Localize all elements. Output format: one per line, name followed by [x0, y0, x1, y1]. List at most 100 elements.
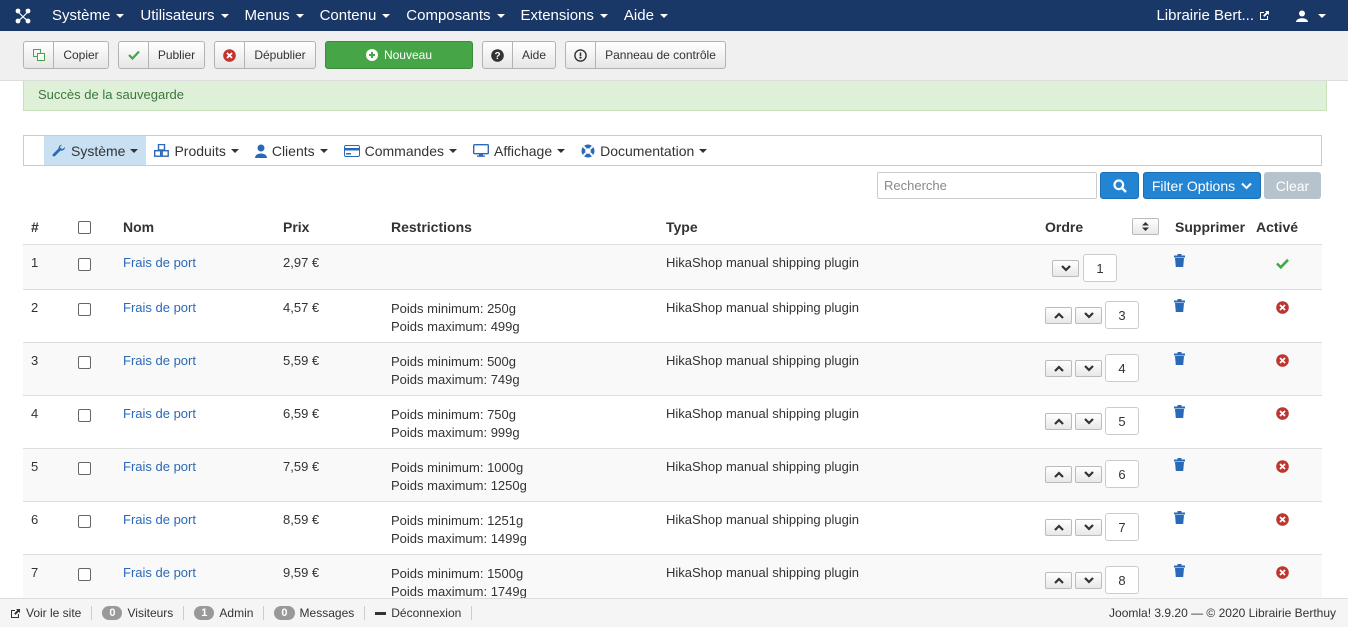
order-down-button[interactable] [1075, 572, 1102, 589]
submenu-affichage[interactable]: Affichage [465, 136, 573, 165]
order-up-button[interactable] [1045, 519, 1072, 536]
delete-button[interactable] [1174, 299, 1185, 315]
order-down-button[interactable] [1075, 519, 1102, 536]
order-up-button[interactable] [1045, 360, 1072, 377]
filter-options-button[interactable]: Filter Options [1143, 172, 1261, 199]
active-toggle-off[interactable] [1276, 407, 1289, 423]
save-order-button[interactable] [1132, 218, 1159, 235]
copy-button[interactable]: Copier [23, 41, 109, 69]
submenu-systeme[interactable]: Système [44, 136, 147, 165]
messages-link[interactable]: 0 Messages [264, 606, 366, 620]
order-up-button[interactable] [1045, 307, 1072, 324]
joomla-logo-icon[interactable] [0, 0, 46, 31]
order-down-button[interactable] [1075, 466, 1102, 483]
admin-link[interactable]: 1 Admin [184, 606, 265, 620]
active-toggle-off[interactable] [1276, 566, 1289, 582]
row-name-link[interactable]: Frais de port [123, 512, 196, 527]
nav-menu-contenu[interactable]: Contenu [314, 7, 397, 24]
row-checkbox[interactable] [78, 258, 91, 274]
unpublish-button[interactable]: Dépublier [214, 41, 316, 69]
clear-button[interactable]: Clear [1264, 172, 1321, 199]
trash-icon [1174, 299, 1185, 312]
row-number: 4 [31, 406, 39, 421]
row-name-link[interactable]: Frais de port [123, 353, 196, 368]
nav-menu-systeme[interactable]: Système [46, 7, 130, 24]
minus-icon [375, 611, 387, 615]
active-toggle-off[interactable] [1276, 301, 1289, 317]
col-delete: Supprimer [1175, 219, 1246, 235]
publish-button[interactable]: Publier [118, 41, 205, 69]
order-down-button[interactable] [1052, 260, 1079, 277]
order-down-button[interactable] [1075, 360, 1102, 377]
order-input[interactable]: 7 [1105, 513, 1139, 541]
active-toggle-off[interactable] [1276, 460, 1289, 476]
nav-menu-utilisateurs[interactable]: Utilisateurs [134, 7, 234, 24]
col-active[interactable]: Activé [1256, 219, 1298, 235]
search-button[interactable] [1100, 172, 1139, 199]
order-down-button[interactable] [1075, 413, 1102, 430]
row-name-link[interactable]: Frais de port [123, 255, 196, 270]
delete-button[interactable] [1174, 254, 1185, 270]
caret-down-icon [295, 13, 304, 18]
delete-button[interactable] [1174, 405, 1185, 421]
select-all-checkbox[interactable] [78, 221, 91, 237]
col-type[interactable]: Type [666, 219, 698, 235]
row-name-link[interactable]: Frais de port [123, 565, 196, 580]
row-checkbox[interactable] [78, 462, 91, 478]
caret-down-icon [1318, 13, 1326, 18]
search-icon [1112, 178, 1127, 193]
logout-link[interactable]: Déconnexion [365, 606, 473, 620]
help-button[interactable]: ? Aide [482, 41, 556, 69]
row-checkbox[interactable] [78, 568, 91, 584]
times-circle-icon [1276, 566, 1289, 579]
row-name-link[interactable]: Frais de port [123, 459, 196, 474]
delete-button[interactable] [1174, 458, 1185, 474]
nav-menu-composants[interactable]: Composants [400, 7, 510, 24]
order-up-button[interactable] [1045, 466, 1072, 483]
row-checkbox[interactable] [78, 409, 91, 425]
col-name[interactable]: Nom [123, 219, 154, 235]
row-checkbox[interactable] [78, 303, 91, 319]
col-order[interactable]: Ordre [1045, 219, 1083, 235]
order-input[interactable]: 4 [1105, 354, 1139, 382]
restriction-min: Poids minimum: 1251g [391, 513, 524, 528]
check-icon [1276, 258, 1289, 270]
order-input[interactable]: 1 [1083, 254, 1117, 282]
active-toggle-off[interactable] [1276, 513, 1289, 529]
order-up-button[interactable] [1045, 413, 1072, 430]
order-input[interactable]: 6 [1105, 460, 1139, 488]
active-toggle-off[interactable] [1276, 354, 1289, 370]
nav-menu-menus[interactable]: Menus [239, 7, 310, 24]
order-down-button[interactable] [1075, 307, 1102, 324]
submenu-clients[interactable]: Clients [247, 136, 336, 165]
site-link[interactable]: Librairie Bert... [1156, 7, 1270, 24]
delete-button[interactable] [1174, 564, 1185, 580]
order-input[interactable]: 3 [1105, 301, 1139, 329]
visitors-link[interactable]: 0 Visiteurs [92, 606, 185, 620]
row-name-link[interactable]: Frais de port [123, 406, 196, 421]
order-input[interactable]: 8 [1105, 566, 1139, 594]
delete-button[interactable] [1174, 511, 1185, 527]
new-button[interactable]: Nouveau [325, 41, 473, 69]
order-input[interactable]: 5 [1105, 407, 1139, 435]
nav-menu-aide[interactable]: Aide [618, 7, 674, 24]
restriction-min: Poids minimum: 1000g [391, 460, 524, 475]
control-panel-button[interactable]: Panneau de contrôle [565, 41, 726, 69]
delete-button[interactable] [1174, 352, 1185, 368]
order-up-button[interactable] [1045, 572, 1072, 589]
restriction-min: Poids minimum: 500g [391, 354, 516, 369]
submenu-produits[interactable]: Produits [146, 136, 246, 165]
copy-icon [24, 42, 54, 68]
user-menu[interactable] [1296, 10, 1326, 22]
active-toggle-on[interactable] [1276, 257, 1289, 272]
nav-menu-extensions[interactable]: Extensions [515, 7, 614, 24]
row-checkbox[interactable] [78, 356, 91, 372]
submenu-commandes[interactable]: Commandes [336, 136, 465, 165]
row-name-link[interactable]: Frais de port [123, 300, 196, 315]
question-circle-icon: ? [483, 42, 513, 68]
search-input[interactable] [877, 172, 1097, 199]
view-site-link[interactable]: Voir le site [0, 606, 93, 620]
row-checkbox[interactable] [78, 515, 91, 531]
submenu-documentation[interactable]: Documentation [573, 136, 715, 165]
col-price[interactable]: Prix [283, 219, 309, 235]
